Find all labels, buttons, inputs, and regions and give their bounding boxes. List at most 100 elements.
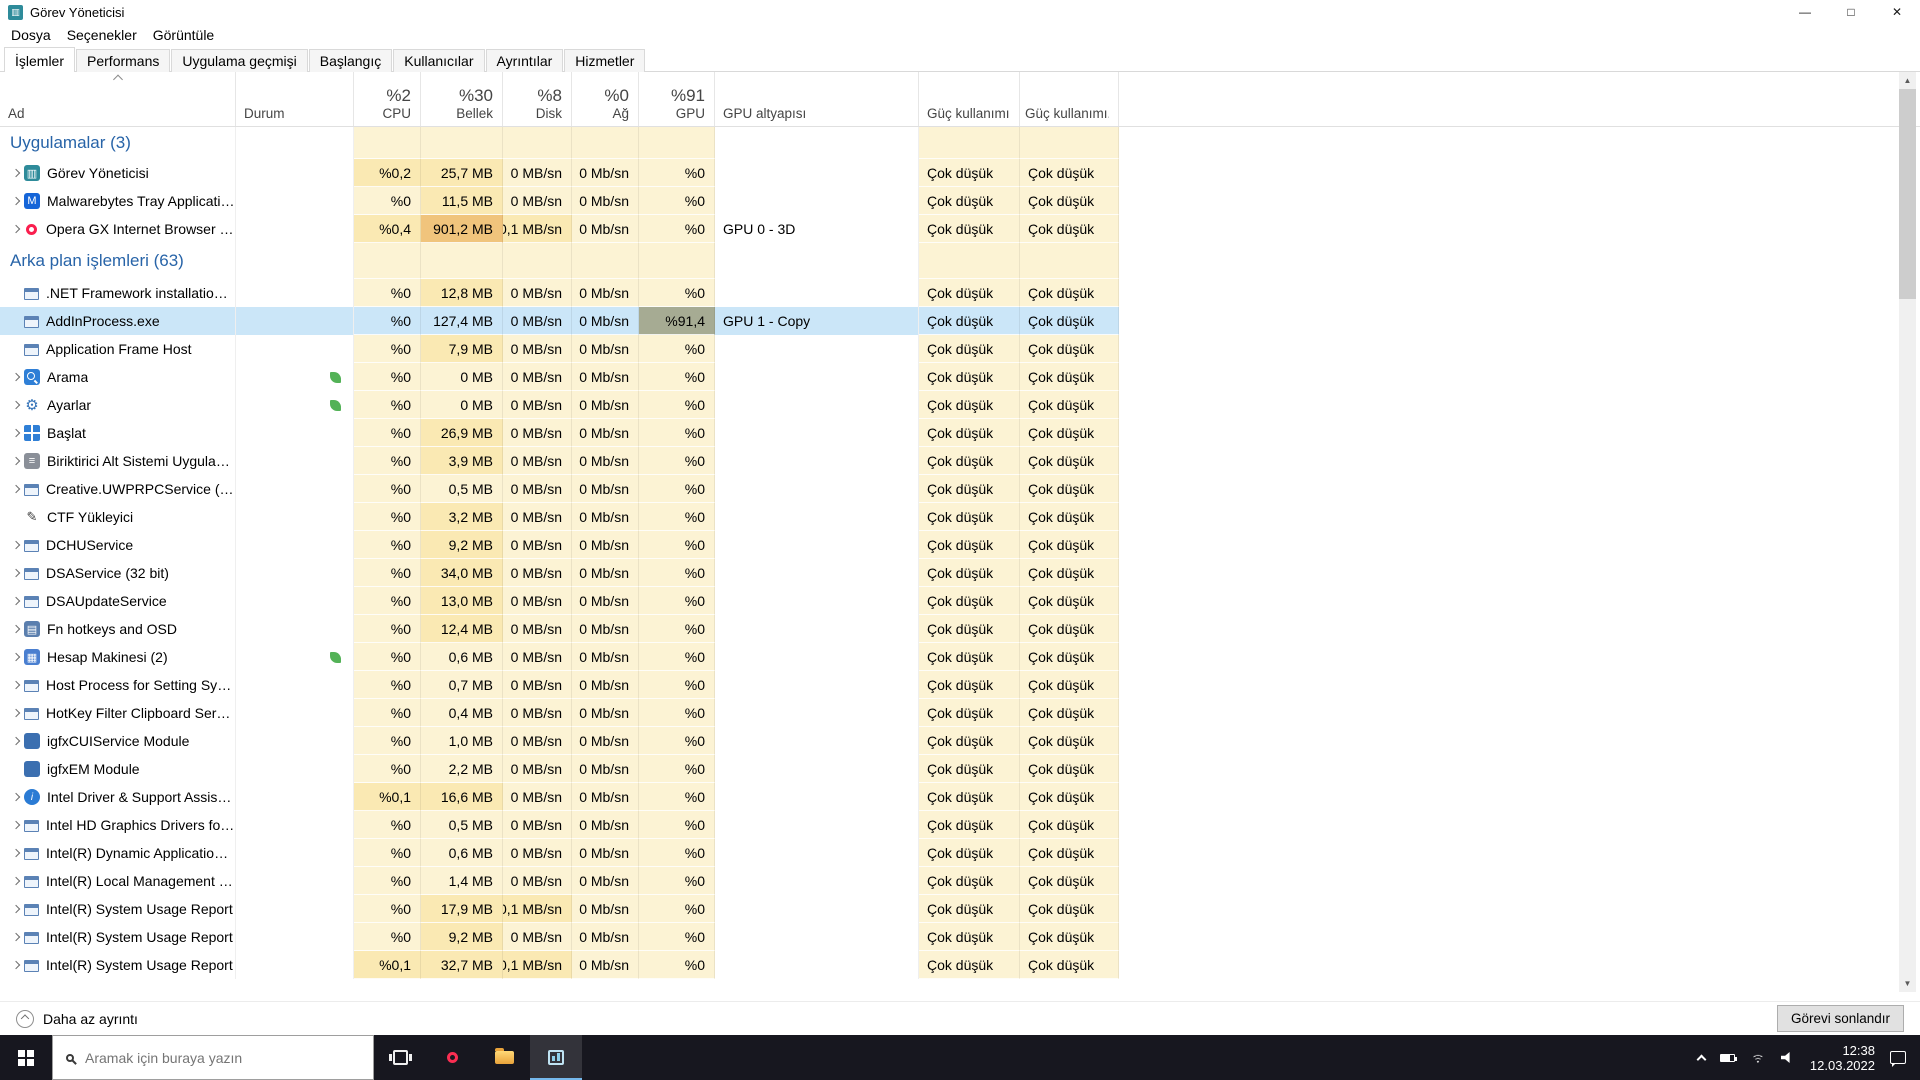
tab-hizmetler[interactable]: Hizmetler (564, 49, 646, 72)
expand-chevron-icon[interactable] (8, 876, 24, 886)
process-row[interactable]: HotKey Filter Clipboard Service %0 0,4 MB 0… (0, 699, 1119, 727)
name-cell: .NET Framework installation util... (0, 279, 236, 307)
expand-chevron-icon[interactable] (8, 960, 24, 970)
process-row[interactable]: Intel(R) Dynamic Application Lo... %0 0,6 … (0, 839, 1119, 867)
generic-process-icon (24, 596, 39, 608)
memory-cell: 7,9 MB (421, 335, 503, 363)
expand-chevron-icon[interactable] (8, 456, 24, 466)
end-task-button[interactable]: Görevi sonlandır (1776, 1005, 1904, 1032)
tab-performans[interactable]: Performans (76, 49, 171, 72)
expand-chevron-icon[interactable] (8, 400, 24, 410)
column-header-power[interactable]: Güç kullanımı (919, 72, 1020, 126)
process-row[interactable]: Intel(R) System Usage Report %0 17,9 MB 0,1… (0, 895, 1119, 923)
process-row[interactable]: ▦ Hesap Makinesi (2) %0 0,6 MB 0 MB/sn 0 Mb/s… (0, 643, 1119, 671)
process-row[interactable]: DCHUService %0 9,2 MB 0 MB/sn 0 Mb/sn %0 Çok d… (0, 531, 1119, 559)
file-explorer-button[interactable] (478, 1035, 530, 1080)
process-row[interactable]: Application Frame Host %0 7,9 MB 0 MB/sn 0 M… (0, 335, 1119, 363)
search-placeholder: Aramak için buraya yazın (85, 1049, 243, 1066)
expand-chevron-icon[interactable] (8, 680, 24, 690)
process-row[interactable]: igfxEM Module %0 2,2 MB 0 MB/sn 0 Mb/sn %0 Çok… (0, 755, 1119, 783)
tab-ayrintilar[interactable]: Ayrıntılar (485, 49, 564, 72)
expand-chevron-icon[interactable] (8, 904, 24, 914)
tab-kullanicilar[interactable]: Kullanıcılar (393, 49, 485, 72)
scrollbar-down-button[interactable]: ▼ (1899, 975, 1916, 992)
expand-chevron-icon[interactable] (8, 540, 24, 550)
wifi-icon[interactable] (1749, 1052, 1766, 1063)
taskbar-clock[interactable]: 12:38 12.03.2022 (1810, 1043, 1875, 1073)
process-row[interactable]: Intel(R) System Usage Report %0 9,2 MB 0 MB… (0, 923, 1119, 951)
column-header-gpu[interactable]: %91 GPU (639, 72, 715, 126)
process-row[interactable]: Intel HD Graphics Drivers for Wi...%00,5… (0, 811, 1119, 839)
column-header-net[interactable]: %0 Ağ (572, 72, 639, 126)
process-row[interactable]: DSAUpdateService %0 13,0 MB 0 MB/sn 0 Mb/sn%… (0, 587, 1119, 615)
close-button[interactable]: ✕ (1874, 0, 1920, 24)
process-row[interactable]: AddInProcess.exe %0 127,4 MB 0 MB/sn 0 Mb/sn… (0, 307, 1119, 335)
process-row[interactable]: ⚙ Ayarlar %0 0 MB 0 MB/sn 0 Mb/sn %0 Çok düşük Ç… (0, 391, 1119, 419)
task-view-button[interactable] (374, 1035, 426, 1080)
expand-chevron-icon[interactable] (8, 848, 24, 858)
scrollbar-thumb[interactable] (1899, 89, 1916, 299)
menu-goruntule[interactable]: Görüntüle (145, 25, 222, 45)
process-row[interactable]: M Malwarebytes Tray Application %0 11,5 MB 0… (0, 187, 1119, 215)
menu-secenekler[interactable]: Seçenekler (59, 25, 145, 45)
process-row[interactable]: .NET Framework installation util... %0 12,… (0, 279, 1119, 307)
start-button[interactable] (0, 1035, 52, 1080)
process-row[interactable]: igfxCUIService Module %0 1,0 MB 0 MB/sn 0 Mb… (0, 727, 1119, 755)
tab-baslangic[interactable]: Başlangıç (308, 49, 393, 72)
process-row[interactable]: Arama %0 0 MB 0 MB/sn 0 Mb/sn %0 Çok düşük Çok … (0, 363, 1119, 391)
scrollbar-up-button[interactable]: ▲ (1899, 72, 1916, 89)
expand-chevron-icon[interactable] (8, 736, 24, 746)
process-row[interactable]: Başlat %0 26,9 MB 0 MB/sn 0 Mb/sn %0 Çok düşük… (0, 419, 1119, 447)
column-header-name[interactable]: Ad (0, 72, 236, 126)
expand-chevron-icon[interactable] (8, 372, 24, 382)
fewer-details-toggle[interactable]: Daha az ayrıntı (16, 1009, 138, 1028)
column-header-cpu[interactable]: %2 CPU (354, 72, 421, 126)
expand-chevron-icon[interactable] (8, 428, 24, 438)
column-header-trend[interactable]: Güç kullanımı... (1020, 72, 1119, 126)
expand-chevron-icon[interactable] (8, 708, 24, 718)
process-row[interactable]: ≡ Biriktirici Alt Sistemi Uygulaması %0 3,9… (0, 447, 1119, 475)
process-row[interactable]: Creative.UWPRPCService (32 bit)%00,5 MB0… (0, 475, 1119, 503)
notification-center-icon[interactable] (1890, 1051, 1906, 1067)
column-header-engine[interactable]: GPU altyapısı (715, 72, 919, 126)
menu-dosya[interactable]: Dosya (3, 25, 59, 45)
tab-uygulama-gecmisi[interactable]: Uygulama geçmişi (171, 49, 308, 72)
process-row[interactable]: ✎ CTF Yükleyici %0 3,2 MB 0 MB/sn 0 Mb/sn %0 Ço… (0, 503, 1119, 531)
expand-chevron-icon[interactable] (8, 596, 24, 606)
expand-chevron-icon[interactable] (8, 932, 24, 942)
process-row[interactable]: ▥ Görev Yöneticisi %0,2 25,7 MB 0 MB/sn 0 Mb/… (0, 159, 1119, 187)
process-row[interactable]: Intel(R) System Usage Report %0,1 32,7 MB 0… (0, 951, 1119, 979)
expand-chevron-icon[interactable] (8, 652, 24, 662)
process-row[interactable]: DSAService (32 bit) %0 34,0 MB 0 MB/sn 0 Mb/… (0, 559, 1119, 587)
power-usage-cell: Çok düşük (919, 187, 1020, 215)
minimize-button[interactable]: — (1782, 0, 1828, 24)
expand-chevron-icon[interactable] (8, 820, 24, 830)
expand-chevron-icon[interactable] (8, 224, 24, 234)
power-usage-cell: Çok düşük (919, 727, 1020, 755)
expand-chevron-icon[interactable] (8, 568, 24, 578)
process-row[interactable]: Opera GX Internet Browser (17) %0,4 901,2 … (0, 215, 1119, 243)
scrollbar-track[interactable]: ▲ ▼ (1899, 72, 1916, 992)
expand-chevron-icon[interactable] (8, 624, 24, 634)
column-header-disk[interactable]: %8 Disk (503, 72, 572, 126)
expand-chevron-icon[interactable] (8, 792, 24, 802)
process-row[interactable]: ▤ Fn hotkeys and OSD %0 12,4 MB 0 MB/sn 0 Mb/… (0, 615, 1119, 643)
process-row[interactable]: Intel(R) Local Management Serv...%01,4 M… (0, 867, 1119, 895)
tab-islemler[interactable]: İşlemler (4, 47, 76, 72)
expand-chevron-icon[interactable] (8, 168, 24, 178)
maximize-button[interactable]: □ (1828, 0, 1874, 24)
gpu-engine-cell (715, 755, 919, 783)
tray-expand-chevron-icon[interactable] (1696, 1054, 1707, 1064)
taskbar-task-manager-button[interactable] (530, 1035, 582, 1080)
battery-icon[interactable] (1719, 1053, 1737, 1062)
expand-chevron-icon[interactable] (8, 196, 24, 206)
volume-icon[interactable] (1780, 1051, 1790, 1064)
process-row[interactable]: i Intel Driver & Support Assistant ... %0,… (0, 783, 1119, 811)
column-header-mem[interactable]: %30 Bellek (421, 72, 503, 126)
disk-cell: 0 MB/sn (503, 615, 572, 643)
taskbar-search-box[interactable]: Aramak için buraya yazın (52, 1035, 374, 1080)
process-row[interactable]: Host Process for Setting Synchr... %0 0,7 … (0, 671, 1119, 699)
column-header-status[interactable]: Durum (236, 72, 354, 126)
taskbar-opera-gx-button[interactable] (426, 1035, 478, 1080)
expand-chevron-icon[interactable] (8, 484, 24, 494)
